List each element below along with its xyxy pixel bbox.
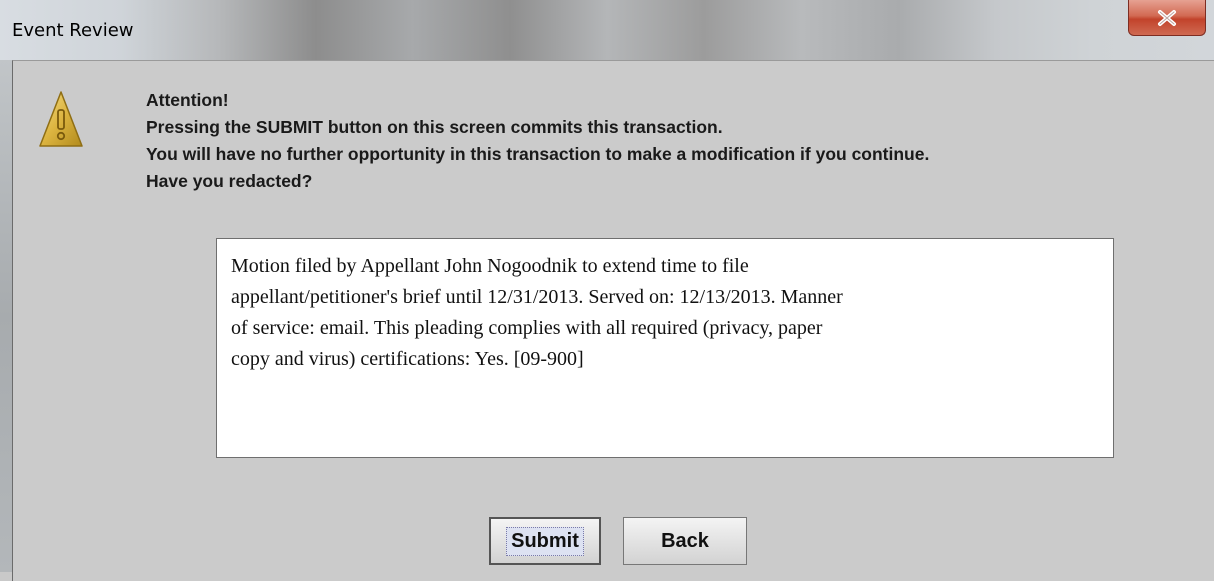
- message-line-redacted: Have you redacted?: [146, 171, 313, 191]
- message-line-no-further: You will have no further opportunity in …: [146, 144, 930, 164]
- title-bar: Event Review: [0, 0, 1214, 60]
- window-title: Event Review: [12, 20, 134, 41]
- docket-text-line: copy and virus) certifications: Yes. [09…: [231, 348, 584, 370]
- docket-text-line: appellant/petitioner's brief until 12/31…: [231, 286, 843, 308]
- submit-button[interactable]: Submit: [489, 517, 601, 565]
- close-icon: [1158, 9, 1176, 26]
- window-left-edge: [0, 60, 12, 572]
- warning-icon: [39, 91, 83, 147]
- message-line-attention: Attention!: [146, 90, 229, 110]
- submit-button-label: Submit: [506, 526, 584, 556]
- back-button-label: Back: [661, 529, 709, 552]
- back-button[interactable]: Back: [623, 517, 747, 565]
- docket-text-line: of service: email. This pleading complie…: [231, 317, 823, 339]
- attention-message: Attention! Pressing the SUBMIT button on…: [146, 87, 929, 195]
- docket-text-area[interactable]: Motion filed by Appellant John Nogoodnik…: [216, 238, 1114, 458]
- docket-text-line: Motion filed by Appellant John Nogoodnik…: [231, 255, 749, 277]
- close-button[interactable]: [1128, 0, 1206, 36]
- message-line-commit: Pressing the SUBMIT button on this scree…: [146, 117, 723, 137]
